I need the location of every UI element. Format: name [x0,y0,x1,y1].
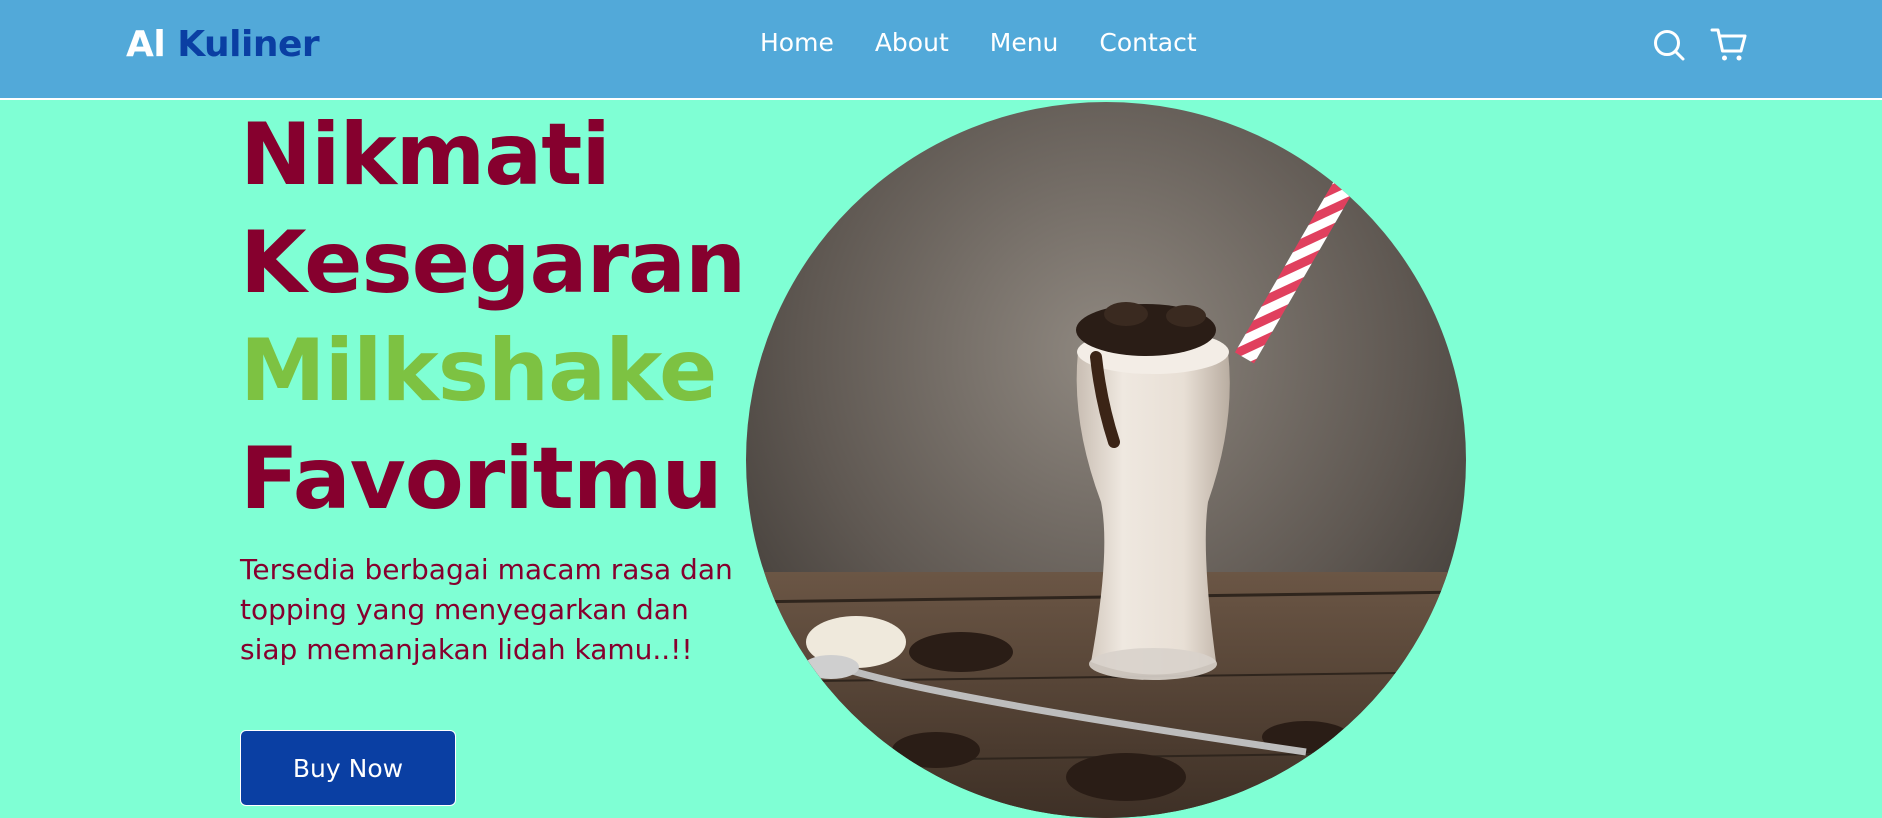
brand-logo[interactable]: Al Kuliner [126,24,320,65]
hero-title: Nikmati Kesegaran Milkshake Favoritmu [240,101,746,533]
nav-link-home[interactable]: Home [760,28,834,57]
milkshake-image [746,102,1466,818]
search-icon[interactable] [1650,26,1688,64]
brand-name-part1: Al [126,24,166,65]
hero-title-line-3: Milkshake [240,321,717,421]
nav-link-about[interactable]: About [875,28,949,57]
nav-icons [1650,26,1748,64]
buy-now-button[interactable]: Buy Now [240,730,456,806]
brand-name-part2: Kuliner [177,24,320,65]
hero-title-line-2: Kesegaran [240,213,746,313]
nav-link-menu[interactable]: Menu [990,28,1059,57]
hero-description: Tersedia berbagai macam rasa dan topping… [240,553,733,666]
hero-title-line-1: Nikmati [240,105,611,205]
hero-title-line-4: Favoritmu [240,429,723,529]
cart-icon[interactable] [1710,26,1748,64]
nav-link-contact[interactable]: Contact [1099,28,1196,57]
nav-links: Home About Menu Contact [760,28,1197,57]
navbar: Al Kuliner Home About Menu Contact [0,0,1882,100]
